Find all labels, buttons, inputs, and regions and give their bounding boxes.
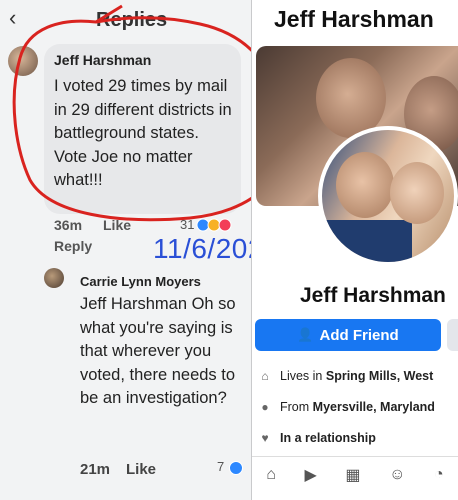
home-icon: ⌂ xyxy=(261,369,269,383)
profile-photo[interactable] xyxy=(318,126,458,266)
like-reaction-icon xyxy=(229,461,243,475)
profile-photo-person xyxy=(390,162,444,224)
profile-photo-shirt xyxy=(322,220,412,262)
chevron-left-icon[interactable]: ‹ xyxy=(9,7,16,29)
notifications-icon[interactable]: ◔ xyxy=(434,466,444,484)
info-prefix: From xyxy=(280,400,310,414)
bottom-navigation: ⌂ ▶ ▦ ☺ ◔ xyxy=(252,456,458,493)
groups-icon[interactable]: ☺ xyxy=(389,466,405,484)
reaction-icons[interactable] xyxy=(196,218,240,232)
avatar[interactable] xyxy=(8,46,38,76)
reply-button[interactable]: Reply xyxy=(54,238,92,254)
home-icon[interactable]: ⌂ xyxy=(266,466,276,484)
info-lives-in: ⌂ Lives in Spring Mills, West xyxy=(258,369,433,383)
comment-text: Jeff Harshman Oh so what you're saying i… xyxy=(80,295,236,407)
reaction-count[interactable]: 31 xyxy=(180,217,194,232)
add-friend-label: Add Friend xyxy=(319,326,399,344)
comment-author[interactable]: Jeff Harshman xyxy=(54,52,151,68)
heart-icon: ♥ xyxy=(261,431,269,445)
angry-reaction-icon xyxy=(218,218,232,232)
info-prefix: Lives in xyxy=(280,369,323,383)
avatar[interactable] xyxy=(44,268,64,288)
haha-reaction-icon xyxy=(207,218,221,232)
like-button[interactable]: Like xyxy=(126,461,156,478)
comment-timestamp: 21m xyxy=(80,461,111,478)
profile-panel: Jeff Harshman ⋮ Jeff Harshman 👤 Add Frie… xyxy=(252,0,458,500)
more-options-icon[interactable]: ⋮ xyxy=(428,10,446,31)
reaction-count[interactable]: 7 xyxy=(217,459,224,474)
marketplace-icon[interactable]: ▦ xyxy=(345,465,360,485)
info-value: In a relationship xyxy=(280,431,376,445)
page-title: Replies xyxy=(96,9,168,31)
comment-timestamp: 36m xyxy=(54,217,83,233)
location-pin-icon: ● xyxy=(261,400,269,414)
info-value[interactable]: Myersville, Maryland xyxy=(313,400,435,414)
info-value[interactable]: Spring Mills, West xyxy=(326,369,433,383)
profile-name: Jeff Harshman xyxy=(300,284,446,307)
like-reaction-icon xyxy=(196,218,210,232)
like-button[interactable]: Like xyxy=(103,217,131,233)
video-icon[interactable]: ▶ xyxy=(305,465,317,485)
profile-photo-person xyxy=(336,152,394,218)
info-from: ● From Myersville, Maryland xyxy=(258,400,435,414)
more-actions-button[interactable] xyxy=(447,319,458,351)
replies-panel: ‹ Replies Jeff Harshman I voted 29 times… xyxy=(0,0,280,500)
add-friend-button[interactable]: 👤 Add Friend xyxy=(255,319,441,351)
comment-author[interactable]: Carrie Lynn Moyers xyxy=(80,274,201,289)
profile-header-name: Jeff Harshman xyxy=(274,6,434,32)
comment-text: I voted 29 times by mail in 29 different… xyxy=(54,77,232,189)
info-relationship: ♥ In a relationship xyxy=(258,431,376,445)
add-person-icon: 👤 xyxy=(297,327,314,342)
